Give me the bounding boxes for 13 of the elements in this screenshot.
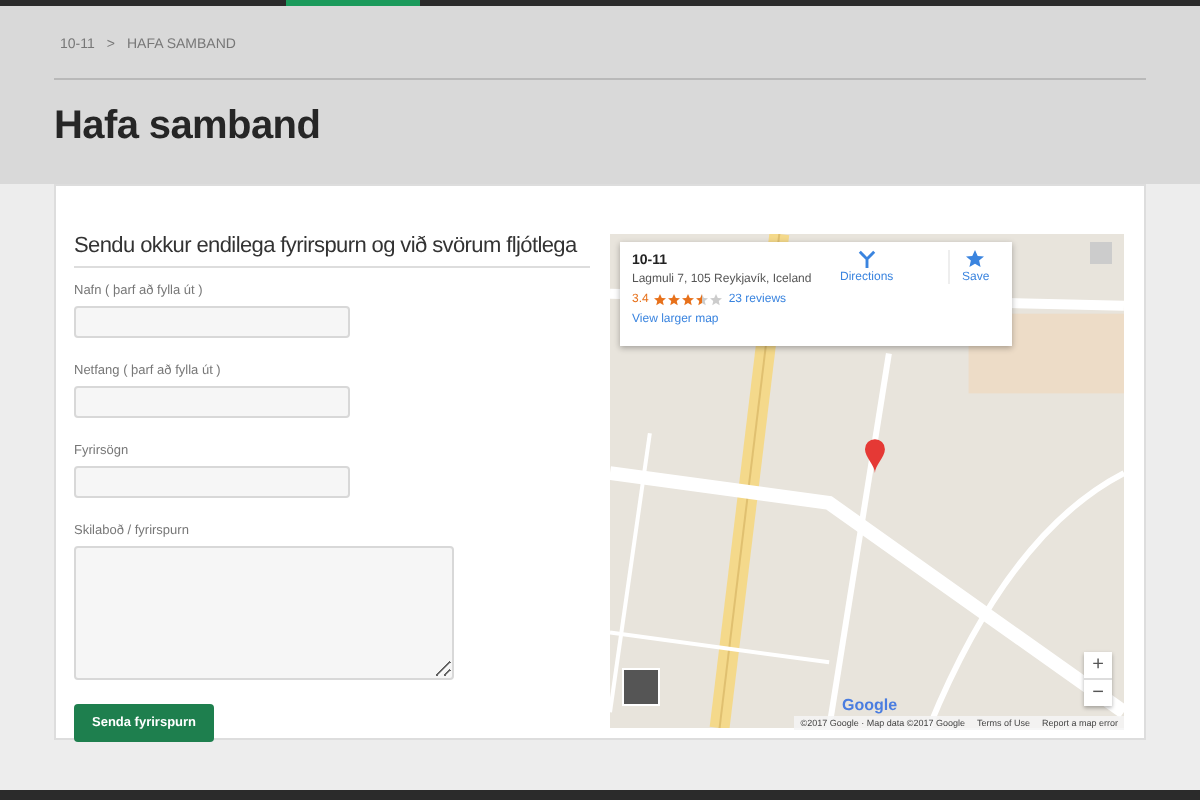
page-title: Hafa samband — [54, 104, 323, 150]
star-icon — [966, 250, 985, 268]
zoom-out-button[interactable]: − — [1084, 678, 1112, 706]
input-field[interactable] — [74, 466, 350, 498]
map-logo: Google — [842, 696, 898, 714]
message-field[interactable] — [74, 546, 454, 680]
input-field[interactable] — [74, 306, 350, 338]
directions-icon — [857, 250, 876, 268]
form-heading: Sendu okkur endilega fyrirspurn og við svörum fljótlega — [74, 234, 590, 268]
input-field[interactable] — [74, 386, 350, 418]
profile-placeholder — [1090, 242, 1112, 264]
satellite-thumbnail[interactable] — [622, 668, 660, 706]
zoom-in-button[interactable]: + — [1084, 652, 1112, 678]
